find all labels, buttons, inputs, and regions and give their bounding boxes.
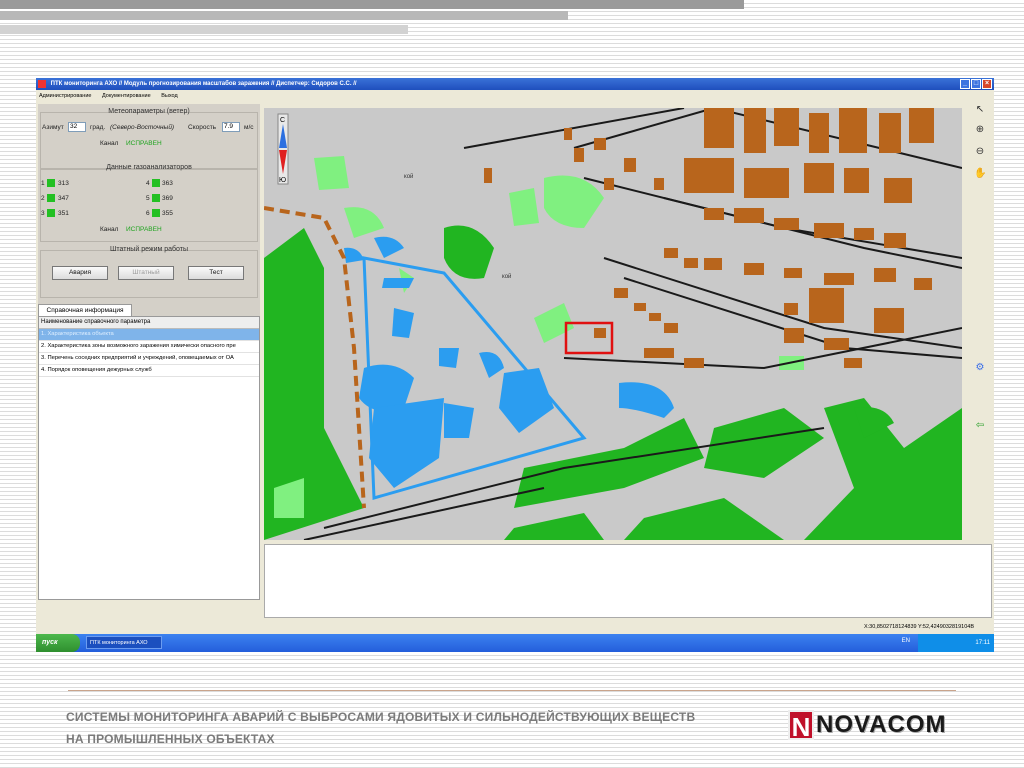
- compass-north: С: [280, 117, 285, 124]
- sensor-2-indicator: [47, 194, 55, 202]
- direction-label: (Северо-Восточный): [110, 124, 175, 131]
- list-item[interactable]: 1. Характеристика объекта: [39, 329, 259, 341]
- window-title: ПТК мониторинга АХО // Модуль прогнозиро…: [50, 81, 357, 87]
- mode-title: Штатный режим работы: [109, 246, 189, 253]
- info-panel: [264, 544, 992, 618]
- map-svg: кой кой С Ю: [264, 108, 962, 540]
- close-button[interactable]: ×: [982, 79, 992, 89]
- start-button[interactable]: пуск: [36, 634, 80, 652]
- system-tray: 17:11: [918, 634, 994, 652]
- pan-icon[interactable]: ✋: [974, 168, 986, 180]
- sensor-4-indicator: [152, 179, 160, 187]
- weather-channel-status: ИСПРАВЕН: [126, 140, 162, 147]
- menu-admin[interactable]: Администрирование: [39, 93, 91, 99]
- logo-mark: N: [788, 710, 814, 742]
- taskbar: пуск ПТК мониторинга АХО EN 17:11: [36, 634, 994, 652]
- clock: 17:11: [975, 640, 990, 646]
- zoom-out-icon[interactable]: ⊖: [974, 146, 986, 158]
- sensor-5-indicator: [152, 194, 160, 202]
- sensor-6-indicator: [152, 209, 160, 217]
- sensor-6-id: 6: [146, 210, 150, 217]
- list-item[interactable]: 4. Порядок оповещения дежурных служб: [39, 365, 259, 377]
- reference-list: Наименование справочного параметра 1. Ха…: [38, 316, 260, 600]
- sensor-2-value: 347: [58, 195, 69, 202]
- sensor-3-id: 3: [41, 210, 45, 217]
- list-item[interactable]: 2. Характеристика зоны возможного зараже…: [39, 341, 259, 353]
- sensor-4-id: 4: [146, 180, 150, 187]
- map-label-b: кой: [502, 273, 511, 280]
- speed-label: Скорость: [188, 124, 217, 131]
- speed-unit-label: м/с: [244, 124, 254, 131]
- app-icon: [38, 80, 46, 88]
- sensor-1-value: 313: [58, 180, 69, 187]
- maximize-button[interactable]: □: [971, 79, 981, 89]
- sensor-4-value: 363: [162, 180, 173, 187]
- map-toolbar: ↖ ⊕ ⊖ ✋ ⚙ ⇦: [966, 104, 992, 544]
- reference-list-header: Наименование справочного параметра: [39, 317, 259, 329]
- speed-input[interactable]: 7.9: [222, 122, 240, 132]
- minimize-button[interactable]: _: [960, 79, 970, 89]
- sensor-5-value: 369: [162, 195, 173, 202]
- menu-docs[interactable]: Документирование: [102, 93, 151, 99]
- weather-channel-label: Канал: [100, 140, 119, 147]
- weather-title: Метеопараметры (ветер): [108, 108, 190, 115]
- gas-title: Данные газоанализаторов: [106, 164, 192, 171]
- divider-line: [68, 690, 956, 691]
- top-stripe-3: [0, 25, 408, 34]
- compass-south: Ю: [279, 177, 286, 184]
- sensor-3-value: 351: [58, 210, 69, 217]
- caption-line-1: СИСТЕМЫ МОНИТОРИНГА АВАРИЙ С ВЫБРОСАМИ Я…: [66, 710, 696, 724]
- deg-unit-label: град.: [90, 124, 106, 131]
- menu-exit[interactable]: Выход: [161, 93, 177, 99]
- map-label-a: кой: [404, 173, 413, 180]
- menu-bar: Администрирование Документирование Выход: [36, 91, 994, 101]
- gas-channel-status: ИСПРАВЕН: [126, 226, 162, 233]
- sensor-6-value: 355: [162, 210, 173, 217]
- sensor-3-indicator: [47, 209, 55, 217]
- sensor-5-id: 5: [146, 195, 150, 202]
- azimuth-label: Азимут: [42, 124, 64, 131]
- caption-line-2: НА ПРОМЫШЛЕННЫХ ОБЪЕКТАХ: [66, 732, 275, 746]
- top-stripe-2: [0, 11, 568, 20]
- alarm-button[interactable]: Авария: [52, 266, 108, 280]
- novacom-logo: N NOVACOM: [788, 707, 956, 743]
- logo-text: NOVACOM: [816, 711, 947, 738]
- zoom-in-icon[interactable]: ⊕: [974, 124, 986, 136]
- sensor-1-id: 1: [41, 180, 45, 187]
- settings-icon[interactable]: ⚙: [974, 362, 986, 374]
- azimuth-input[interactable]: 32: [68, 122, 86, 132]
- window-titlebar: ПТК мониторинга АХО // Модуль прогнозиро…: [36, 78, 994, 90]
- gas-channel-label: Канал: [100, 226, 119, 233]
- top-stripe-1: [0, 0, 744, 9]
- app-window: ПТК мониторинга АХО // Модуль прогнозиро…: [36, 78, 994, 652]
- status-bar: X:30,8502718124839 Y:52,4249032819104B: [36, 622, 994, 632]
- compass-icon: С Ю: [277, 113, 289, 185]
- window-controls: _ □ ×: [960, 79, 992, 89]
- export-icon[interactable]: ⇦: [974, 420, 986, 432]
- sensor-2-id: 2: [41, 195, 45, 202]
- pointer-icon[interactable]: ↖: [974, 104, 986, 116]
- normal-mode-button[interactable]: Штатный: [118, 266, 174, 280]
- coords-readout: X:30,8502718124839 Y:52,4249032819104B: [863, 624, 974, 630]
- map-view[interactable]: кой кой С Ю: [264, 108, 962, 540]
- test-button[interactable]: Тест: [188, 266, 244, 280]
- taskbar-app-item[interactable]: ПТК мониторинга АХО: [86, 636, 162, 649]
- sensor-1-indicator: [47, 179, 55, 187]
- language-indicator[interactable]: EN: [902, 638, 910, 644]
- list-item[interactable]: 3. Перечень соседних предприятий и учреж…: [39, 353, 259, 365]
